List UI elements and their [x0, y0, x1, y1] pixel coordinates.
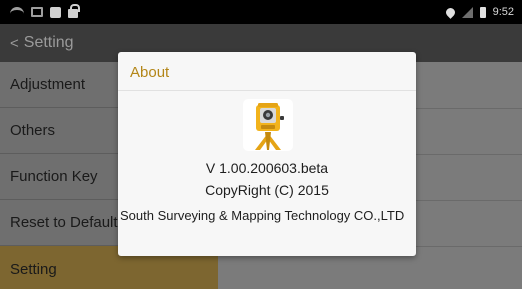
status-bar: 9:52 [0, 0, 522, 24]
status-left [10, 4, 80, 18]
about-dialog: About V 1.00.200603.beta CopyRight (C) 2… [118, 52, 416, 256]
status-right: 9:52 [443, 5, 514, 19]
menu-item-label: Reset to Default [10, 214, 118, 231]
version-text: V 1.00.200603.beta [205, 160, 329, 176]
menu-item-label: Setting [10, 260, 57, 278]
company-text: South Surveying & Mapping Technology CO.… [120, 208, 405, 223]
menu-item-label: Others [10, 122, 56, 139]
copyright-text: CopyRight (C) 2015 [205, 182, 329, 198]
header-title: Setting [23, 34, 74, 51]
image-icon [31, 7, 43, 17]
screen: 9:52 < Setting Adjustment Others Functio… [0, 0, 522, 289]
back-chevron-icon[interactable]: < [10, 35, 19, 52]
status-time: 9:52 [492, 6, 514, 18]
wifi-icon [10, 7, 24, 17]
lock-icon [68, 4, 80, 18]
battery-icon [479, 6, 486, 18]
menu-item-label: Adjustment [10, 76, 86, 93]
signal-icon [461, 6, 473, 18]
dialog-divider [118, 90, 416, 91]
square-icon [50, 6, 61, 18]
menu-item-label: Function Key [10, 168, 98, 185]
dialog-title: About [130, 64, 170, 81]
location-icon [443, 5, 457, 19]
total-station-icon [243, 99, 293, 151]
